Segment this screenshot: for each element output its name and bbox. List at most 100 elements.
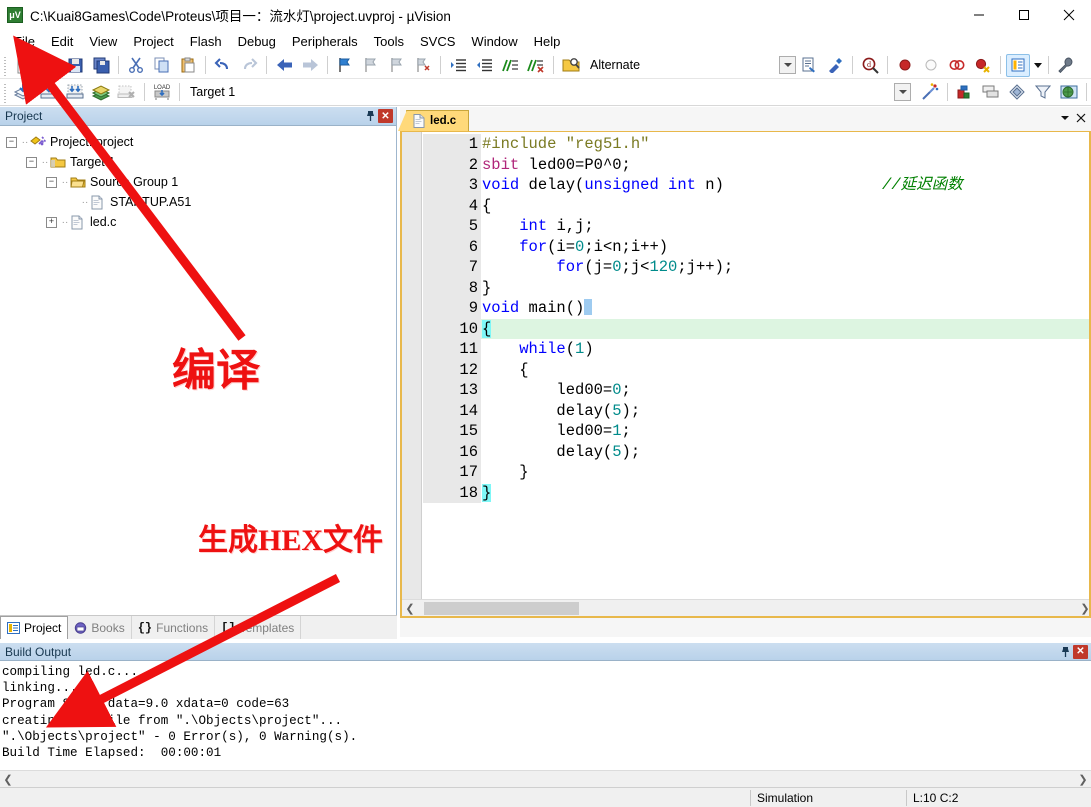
code-line[interactable]: 13 led00=0; (423, 380, 1089, 401)
code-line[interactable]: 6 for(i=0;i<n;i++) (423, 236, 1089, 258)
configuration-wizard-icon[interactable] (797, 54, 821, 77)
menu-help[interactable]: Help (526, 32, 569, 51)
save-icon[interactable] (63, 54, 87, 77)
copy-icon[interactable] (150, 54, 174, 77)
disable-all-breakpoints-icon[interactable] (945, 54, 969, 77)
start-debug-session-icon[interactable]: d (858, 54, 882, 77)
new-file-icon[interactable] (11, 54, 35, 77)
expander-icon[interactable]: − (6, 136, 17, 148)
menu-tools[interactable]: Tools (366, 32, 412, 51)
build-output-horizontal-scrollbar[interactable]: ❮ ❯ (0, 770, 1091, 787)
code-line[interactable]: 12 { (423, 359, 1089, 381)
stop-build-icon[interactable] (115, 81, 139, 104)
editor-tab-led-c[interactable]: led.c (397, 110, 470, 131)
scrollbar-track[interactable] (418, 600, 1077, 616)
code-line[interactable]: 8} (423, 277, 1089, 299)
tree-item-startup-a51[interactable]: ·· STARTUP.A51 (6, 192, 396, 212)
manage-windows-dropdown-icon[interactable] (1031, 54, 1044, 76)
expander-icon[interactable]: − (46, 176, 57, 188)
tree-item-target[interactable]: − ·· Target 1 (6, 152, 396, 172)
chevron-down-icon[interactable] (779, 56, 797, 74)
code-text[interactable]: void delay(unsigned int n) //延迟函数 (481, 175, 1089, 196)
save-all-icon[interactable] (89, 54, 113, 77)
code-text[interactable]: { (481, 360, 1089, 381)
code-text[interactable]: } (481, 483, 1089, 504)
redo-icon[interactable] (237, 54, 261, 77)
menu-peripherals[interactable]: Peripherals (284, 32, 366, 51)
code-text[interactable]: sbit led00=P0^0; (481, 155, 1089, 176)
tab-templates[interactable]: [] Templates (215, 616, 302, 639)
disable-breakpoint-icon[interactable] (919, 54, 943, 77)
chevron-right-icon[interactable]: ❯ (1077, 602, 1089, 615)
code-text[interactable]: int i,j; (481, 216, 1089, 237)
menu-file[interactable]: File (6, 32, 43, 51)
code-line[interactable]: 3 void delay(unsigned int n) //延迟函数 (423, 175, 1089, 196)
multi-project-icon[interactable] (979, 81, 1003, 104)
pack-installer-icon[interactable] (1057, 81, 1081, 104)
code-text[interactable]: while(1) (481, 339, 1089, 360)
pin-icon[interactable] (362, 108, 378, 124)
previous-bookmark-icon[interactable] (359, 54, 383, 77)
code-line[interactable]: 11 while(1) (423, 339, 1089, 360)
rebuild-all-icon[interactable] (63, 81, 87, 104)
code-text[interactable]: #include "reg51.h" (481, 134, 1089, 155)
indent-icon[interactable] (446, 54, 470, 77)
menu-debug[interactable]: Debug (230, 32, 284, 51)
code-line[interactable]: 10{ (423, 318, 1089, 340)
alternate-combo[interactable] (646, 55, 797, 75)
open-file-icon[interactable] (37, 54, 61, 77)
clear-bookmarks-icon[interactable] (411, 54, 435, 77)
menu-project[interactable]: Project (125, 32, 181, 51)
tree-item-led-c[interactable]: + ·· led.c (6, 212, 396, 232)
tab-project[interactable]: Project (0, 616, 69, 639)
minimize-button[interactable] (956, 0, 1001, 30)
code-editor[interactable]: 1 #include "reg51.h" 2 sbit led00=P0^0; 3 voi… (400, 131, 1091, 618)
code-line[interactable]: 4{ (423, 195, 1089, 217)
code-text[interactable]: for(i=0;i<n;i++) (481, 237, 1089, 258)
chevron-down-icon[interactable] (1057, 109, 1073, 127)
filter-icon[interactable] (1031, 81, 1055, 104)
code-line[interactable]: 17 } (423, 462, 1089, 483)
code-text[interactable]: { (481, 196, 1089, 217)
outdent-icon[interactable] (472, 54, 496, 77)
maximize-button[interactable] (1001, 0, 1046, 30)
code-line[interactable]: 1 #include "reg51.h" (423, 134, 1089, 155)
menu-edit[interactable]: Edit (43, 32, 81, 51)
code-text[interactable]: { (481, 319, 1089, 340)
comment-lines-icon[interactable] (498, 54, 522, 77)
target-selector-value[interactable]: Target 1 (190, 85, 235, 99)
build-target-icon[interactable] (37, 81, 61, 104)
code-text[interactable]: } (481, 278, 1089, 299)
manage-project-items-icon[interactable] (953, 81, 977, 104)
manage-windows-icon[interactable] (1006, 53, 1031, 77)
pin-icon[interactable] (1057, 644, 1073, 660)
navigate-forward-icon[interactable] (298, 54, 322, 77)
tab-functions[interactable]: {} Functions (132, 616, 216, 639)
code-line[interactable]: 18} (423, 482, 1089, 504)
batch-build-icon[interactable] (89, 81, 113, 104)
editor-horizontal-scrollbar[interactable]: ❮ ❯ (402, 599, 1089, 616)
close-icon[interactable] (1073, 109, 1089, 127)
code-text[interactable]: led00=0; (481, 380, 1089, 401)
tree-item-project[interactable]: − ·· Project: project (6, 132, 396, 152)
target-options-icon[interactable] (918, 81, 942, 104)
insert-bookmark-icon[interactable] (333, 54, 357, 77)
code-text[interactable]: delay(5); (481, 442, 1089, 463)
configure-target-icon[interactable] (1054, 54, 1078, 77)
code-text[interactable]: void main() (481, 298, 1089, 319)
menu-window[interactable]: Window (463, 32, 525, 51)
tree-item-source-group[interactable]: − ·· Source Group 1 (6, 172, 396, 192)
kill-all-breakpoints-icon[interactable] (971, 54, 995, 77)
close-button[interactable] (1046, 0, 1091, 30)
code-lines[interactable]: 1 #include "reg51.h" 2 sbit led00=P0^0; 3 voi… (423, 134, 1089, 616)
download-to-flash-icon[interactable]: LOAD (150, 81, 174, 104)
code-line[interactable]: 2 sbit led00=P0^0; (423, 154, 1089, 176)
code-line[interactable]: 16 delay(5); (423, 441, 1089, 463)
insert-breakpoint-icon[interactable] (893, 54, 917, 77)
undo-icon[interactable] (211, 54, 235, 77)
code-text[interactable]: } (481, 462, 1089, 483)
chevron-right-icon[interactable]: ❯ (1075, 773, 1091, 786)
close-icon[interactable]: ✕ (1073, 644, 1088, 659)
menu-svcs[interactable]: SVCS (412, 32, 463, 51)
toolbar-grip[interactable] (2, 54, 8, 76)
